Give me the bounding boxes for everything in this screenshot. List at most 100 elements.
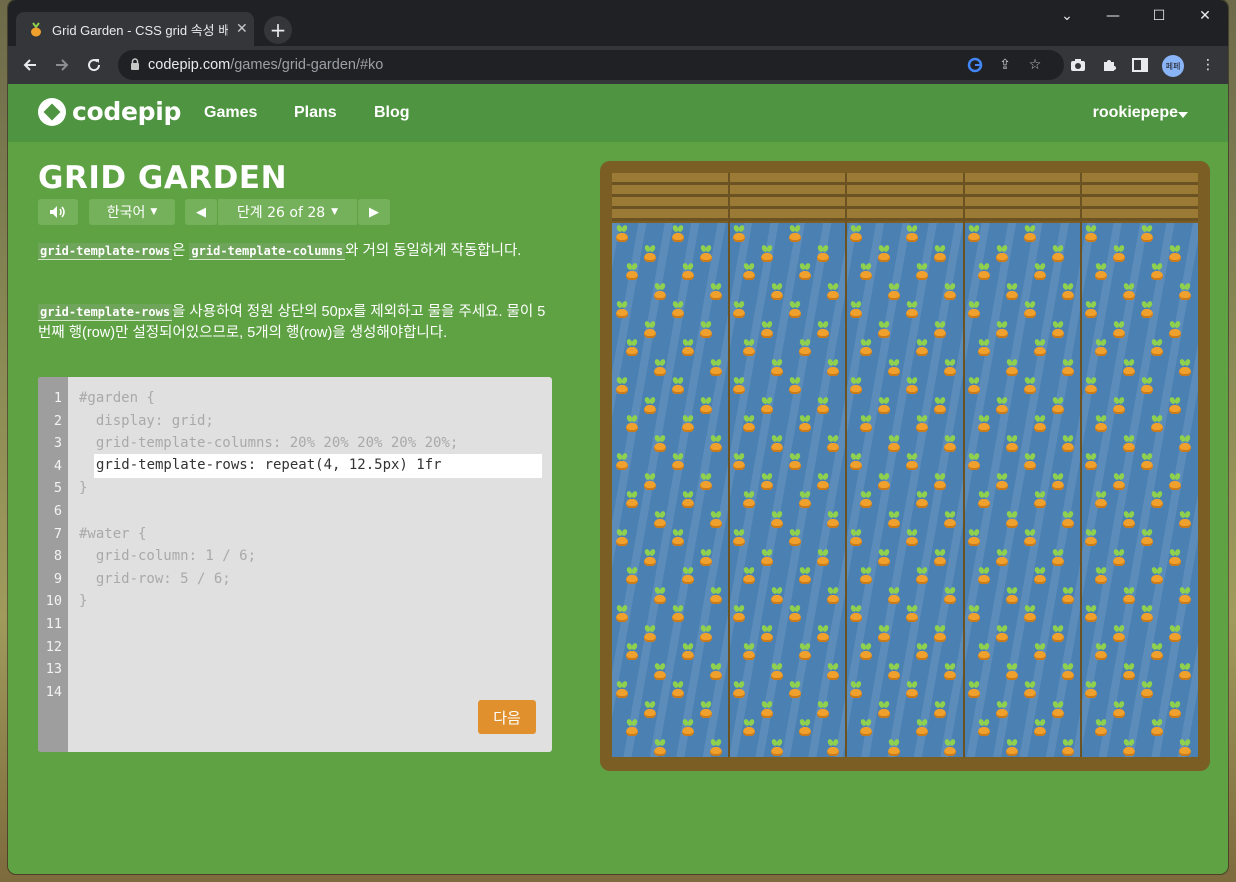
line-number: 10 [45, 593, 62, 610]
carrot-icon [977, 567, 990, 587]
carrot-icon [1005, 587, 1018, 607]
nav-plans[interactable]: Plans [294, 104, 337, 122]
carrot-icon [672, 605, 684, 625]
camera-icon[interactable] [1064, 51, 1092, 79]
code-line: display: grid; [79, 412, 214, 429]
carrot-icon [1168, 701, 1181, 721]
carrot-icon [1122, 435, 1135, 455]
language-select[interactable]: 한국어 ▼ [89, 199, 175, 225]
carrot-icon [1112, 625, 1125, 645]
carrot-icon [1005, 283, 1018, 303]
carrot-icon [1168, 397, 1181, 417]
carrot-icon [672, 377, 684, 397]
carrot-icon [644, 549, 656, 569]
carrot-icon [1033, 491, 1046, 511]
google-icon[interactable] [964, 54, 986, 76]
carrot-icon [850, 377, 863, 397]
carrot-icon [1051, 321, 1064, 341]
close-window-button[interactable]: ✕ [1182, 0, 1228, 32]
language-caret-icon: ▼ [150, 207, 158, 217]
code-keyword: grid-template-columns [189, 243, 346, 260]
carrot-icon [934, 701, 947, 721]
sound-toggle-button[interactable] [38, 199, 78, 225]
carrot-icon [827, 359, 840, 379]
bookmark-star-icon[interactable]: ☆ [1024, 54, 1046, 76]
carrot-icon [616, 605, 628, 625]
grid-column-divider [845, 173, 848, 757]
carrot-icon [817, 473, 830, 493]
forward-icon[interactable] [48, 51, 76, 79]
carrot-icon [995, 701, 1008, 721]
carrot-icon [733, 605, 746, 625]
user-menu[interactable]: rookiepepe [1093, 104, 1178, 122]
carrot-icon [888, 511, 901, 531]
carrot-icon [799, 263, 812, 283]
code-keyword: grid-template-rows [38, 243, 173, 260]
nav-games[interactable]: Games [204, 104, 257, 122]
carrot-icon [916, 415, 929, 435]
carrot-icon [626, 567, 638, 587]
carrot-icon [1023, 377, 1036, 397]
carrot-icon [743, 339, 756, 359]
carrot-icon [878, 245, 891, 265]
carrot-icon [850, 681, 863, 701]
carrot-icon [1140, 681, 1153, 701]
carrot-icon [710, 663, 722, 683]
line-number: 3 [53, 435, 62, 452]
chevron-down-icon[interactable] [1178, 112, 1188, 118]
carrot-icon [1051, 549, 1064, 569]
carrot-icon [934, 625, 947, 645]
carrot-icon [995, 549, 1008, 569]
carrot-icon [1084, 681, 1097, 701]
carrot-icon [934, 473, 947, 493]
carrot-icon [1023, 681, 1036, 701]
carrot-icon [789, 681, 802, 701]
carrot-icon [616, 225, 628, 245]
next-button[interactable]: 다음 [478, 700, 536, 734]
carrot-icon [916, 719, 929, 739]
side-panel-icon[interactable] [1126, 51, 1154, 79]
kebab-menu-icon[interactable]: ⋮ [1194, 51, 1222, 79]
address-bar[interactable]: codepip.com/games/grid-garden/#ko ⇪ ☆ [118, 50, 1064, 80]
carrot-icon [1178, 283, 1191, 303]
carrot-icon [626, 491, 638, 511]
tab-close-icon[interactable]: ✕ [236, 21, 248, 37]
carrot-icon [789, 377, 802, 397]
minimize-button[interactable]: — [1090, 0, 1136, 32]
level-select[interactable]: 단계 26 of 28 ▼ [218, 199, 357, 225]
browser-tab[interactable]: Grid Garden - CSS grid 속성 배우기 ✕ [16, 12, 254, 46]
carrot-icon [817, 397, 830, 417]
browser-window: Grid Garden - CSS grid 속성 배우기 ✕ + ⌄ — ☐ … [8, 0, 1228, 874]
carrot-icon [1140, 529, 1153, 549]
code-keyword: grid-template-rows [38, 304, 173, 321]
carrot-icon [1084, 377, 1097, 397]
carrot-icon [1150, 263, 1163, 283]
carrot-icon [733, 681, 746, 701]
nav-blog[interactable]: Blog [374, 104, 410, 122]
prev-level-button[interactable]: ◀ [185, 199, 217, 225]
codepip-logo[interactable]: codepip [38, 97, 181, 126]
tab-search-icon[interactable]: ⌄ [1044, 0, 1090, 32]
extensions-puzzle-icon[interactable] [1095, 51, 1123, 79]
carrot-icon [1033, 415, 1046, 435]
next-level-button[interactable]: ▶ [358, 199, 390, 225]
code-line: } [79, 593, 88, 610]
carrot-icon [761, 473, 774, 493]
profile-avatar[interactable]: 페페 [1162, 55, 1184, 77]
carrot-icon [967, 529, 980, 549]
reload-icon[interactable] [80, 51, 108, 79]
carrot-icon [1168, 625, 1181, 645]
share-icon[interactable]: ⇪ [994, 54, 1016, 76]
carrot-icon [817, 625, 830, 645]
carrot-icon [1084, 225, 1097, 245]
css-input-field[interactable]: grid-template-rows: repeat(4, 12.5px) 1f… [94, 454, 542, 478]
carrot-icon [1122, 283, 1135, 303]
carrot-icon [733, 301, 746, 321]
maximize-button[interactable]: ☐ [1136, 0, 1182, 32]
carrot-icon [743, 643, 756, 663]
carrot-icon [1168, 549, 1181, 569]
back-icon[interactable] [16, 51, 44, 79]
game-title: GRID GARDEN [38, 160, 288, 196]
carrot-icon [743, 491, 756, 511]
new-tab-button[interactable]: + [264, 16, 292, 44]
